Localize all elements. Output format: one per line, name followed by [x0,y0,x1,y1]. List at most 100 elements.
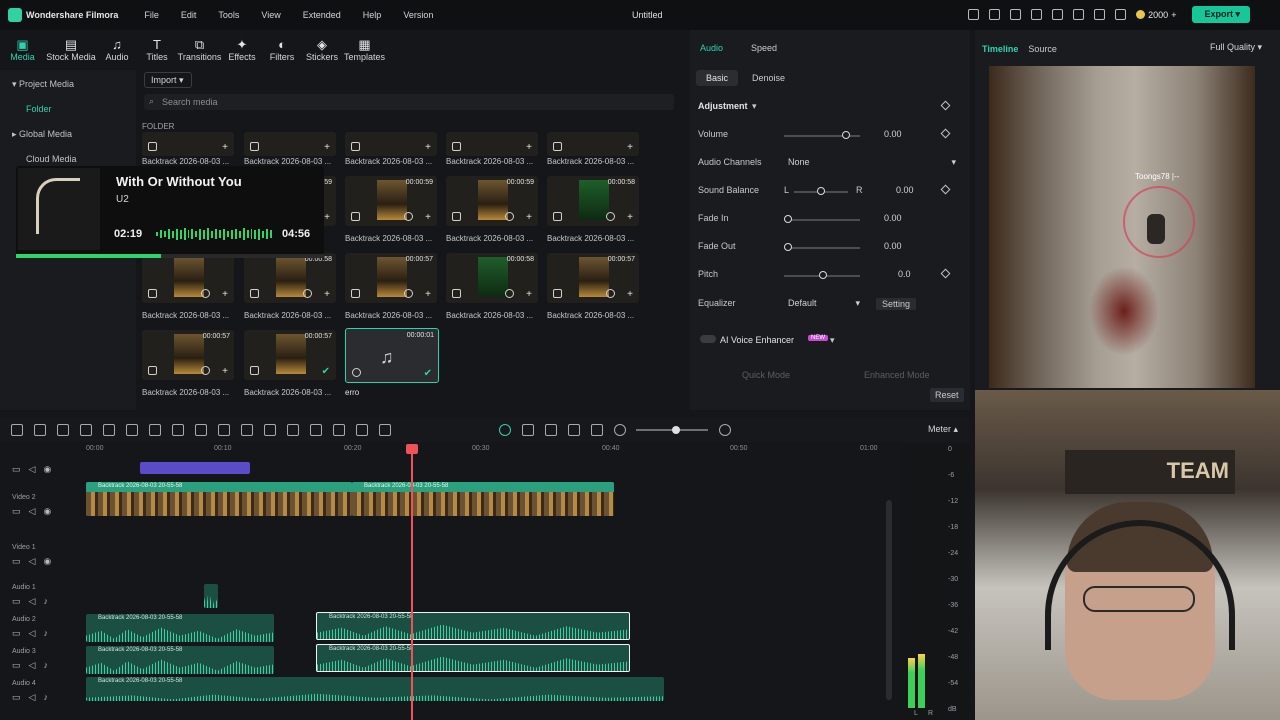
menu-help[interactable]: Help [363,10,382,20]
equalizer-setting-button[interactable]: Setting [876,298,917,310]
lock-icon[interactable]: ▭ [12,506,21,517]
add-icon[interactable]: + [526,289,532,300]
adjustment-section[interactable]: Adjustment ▾ [698,100,958,115]
volume-icon[interactable]: ♪ [43,660,48,671]
mute-icon[interactable]: ◁ [29,692,36,703]
fade-in-knob[interactable] [784,215,792,223]
add-icon[interactable]: + [222,142,228,153]
zoom-slider[interactable] [636,426,708,434]
layout-icon[interactable] [1052,9,1064,20]
redo-icon[interactable] [103,424,115,436]
audio-clip-selected[interactable]: Backtrack 2026-08-03 20-55-58 [316,644,630,672]
volume-icon[interactable]: ♪ [43,628,48,639]
tab-timeline[interactable]: Timeline [982,44,1018,54]
lock-icon[interactable]: ▭ [12,464,21,475]
keyframe-icon[interactable] [940,128,951,139]
timer-icon[interactable] [287,424,299,436]
visibility-icon[interactable]: ◉ [43,506,51,517]
menu-view[interactable]: View [261,10,280,20]
link-icon[interactable] [34,424,46,436]
crop-icon[interactable] [172,424,184,436]
lock-icon[interactable]: ▭ [12,628,21,639]
visibility-icon[interactable]: ◉ [43,464,51,475]
mute-icon[interactable]: ◁ [29,506,36,517]
lock-icon[interactable]: ▭ [12,692,21,703]
add-icon[interactable]: + [222,289,228,300]
media-thumbnail[interactable]: + [142,132,234,156]
sidebar-item-global-media[interactable]: ▸ Global Media [12,129,72,140]
ai-icon[interactable] [379,424,391,436]
tab-source[interactable]: Source [1028,44,1057,54]
color-icon[interactable] [241,424,253,436]
tab-stock-media[interactable]: ▤ Stock Media [45,30,97,68]
gift-icon[interactable] [968,9,980,20]
fade-out-slider[interactable] [784,247,860,249]
keyframe-icon[interactable] [940,184,951,195]
volume-knob[interactable] [842,131,850,139]
equalizer-dropdown[interactable]: Default ▾ [784,296,864,311]
menu-extended[interactable]: Extended [303,10,341,20]
subtab-basic[interactable]: Basic [696,70,739,86]
fade-in-slider[interactable] [784,219,860,221]
media-thumbnail[interactable]: 00:00:57 + [142,330,234,380]
keyframe-icon[interactable] [940,268,951,279]
tab-titles[interactable]: T Titles [137,30,177,68]
add-icon[interactable]: + [627,142,633,153]
layout-icon[interactable] [11,424,23,436]
media-thumbnail[interactable]: 00:00:58 + [244,253,336,303]
search-media-input[interactable]: ⌕ Search media [144,94,674,110]
audio-clip[interactable]: Backtrack 2026-08-03 20-55-58 [86,646,274,674]
mute-icon[interactable]: ◁ [29,556,36,567]
meter-dropdown[interactable]: Meter ▴ [928,424,958,435]
timeline-ruler[interactable]: 00:00 00:10 00:20 00:30 00:40 00:50 01:0… [86,442,886,456]
audio-clip-selected[interactable]: Backtrack 2026-08-03 20-55-58 [316,612,630,640]
speed-icon[interactable] [264,424,276,436]
tab-media[interactable]: ▣ Media [0,30,45,68]
select-icon[interactable] [57,424,69,436]
add-icon[interactable]: + [324,142,330,153]
media-thumbnail[interactable]: 00:00:58 + [547,176,639,226]
video-preview[interactable]: Toongs78 |-- [989,66,1255,388]
tab-templates[interactable]: ▦ Templates [342,30,387,68]
music-clip-thumbnail[interactable]: 00:00:01 ♫ ✔ [345,328,439,383]
lock-icon[interactable]: ▭ [12,596,21,607]
audio-icon[interactable] [356,424,368,436]
add-icon[interactable]: + [222,366,228,377]
export-button[interactable]: Export ▾ [1192,6,1250,23]
add-icon[interactable]: + [627,212,633,223]
media-thumbnail[interactable]: 00:00:57 + [547,253,639,303]
video-clip[interactable]: Backtrack 2026-08-03 20-55-58 [86,482,352,516]
effect-icon[interactable] [333,424,345,436]
subtab-denoise[interactable]: Denoise [742,70,795,86]
menu-file[interactable]: File [144,10,159,20]
marker-icon[interactable] [545,424,557,436]
title-clip[interactable] [140,462,250,474]
media-thumbnail[interactable]: 00:00:59+ [345,176,437,226]
playhead-handle[interactable] [406,444,418,454]
add-icon[interactable]: + [627,289,633,300]
volume-icon[interactable]: ♪ [43,692,48,703]
mask-icon[interactable] [310,424,322,436]
tab-filters[interactable]: ◐ Filters [262,30,302,68]
credits-badge[interactable]: 2000 + [1136,10,1176,20]
menu-version[interactable]: Version [403,10,433,20]
mute-icon[interactable]: ◁ [29,660,36,671]
tab-stickers[interactable]: ◈ Stickers [302,30,342,68]
audio-channels-dropdown[interactable]: None ▾ [784,155,964,170]
ai-copilot-icon[interactable] [499,424,511,436]
audio-clip[interactable] [204,584,218,608]
mute-icon[interactable]: ◁ [29,464,36,475]
quick-mode-option[interactable]: Quick Mode [742,370,790,380]
audio-clip[interactable]: Backtrack 2026-08-03 20-55-58 [86,614,274,642]
fade-out-knob[interactable] [784,243,792,251]
add-icon[interactable]: + [425,212,431,223]
split-icon[interactable] [149,424,161,436]
add-icon[interactable]: + [425,289,431,300]
media-thumbnail[interactable]: 00:00:59+ [446,176,538,226]
add-icon[interactable]: + [324,212,330,223]
sidebar-item-cloud-media[interactable]: Cloud Media [26,154,77,164]
zoom-in-icon[interactable] [719,424,731,436]
grid-icon[interactable] [1115,9,1127,20]
tab-speed[interactable]: Speed [751,43,777,53]
text-icon[interactable] [195,424,207,436]
